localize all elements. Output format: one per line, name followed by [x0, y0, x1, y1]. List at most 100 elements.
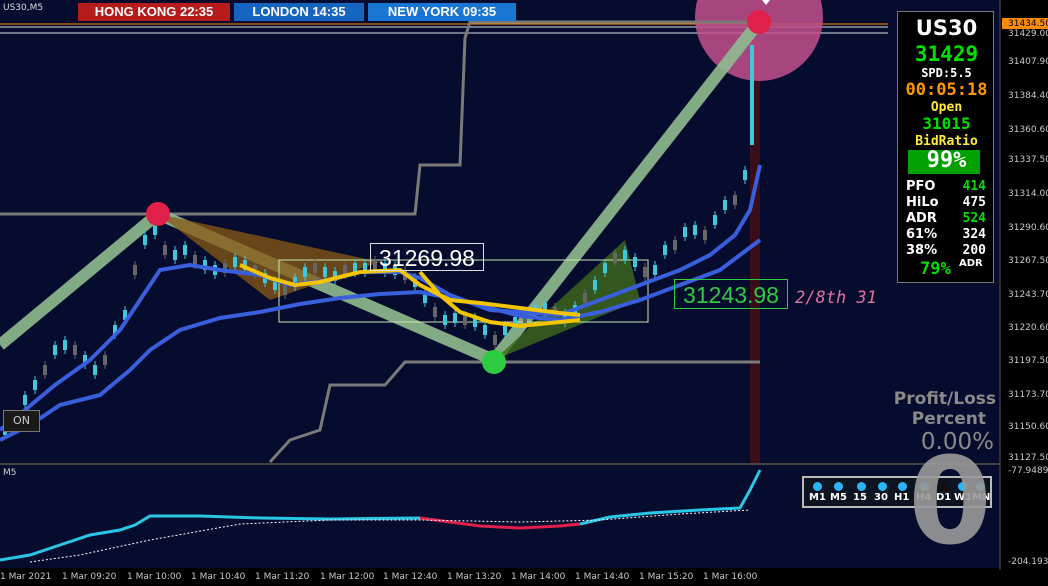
price-tick: 31267.50 — [1008, 256, 1048, 266]
candle-body — [73, 345, 77, 355]
time-tick: 1 Mar 14:40 — [575, 572, 630, 582]
info-timer: 00:05:18 — [905, 80, 988, 100]
info-open-label: Open — [930, 100, 963, 115]
candle-body — [633, 257, 637, 267]
timeframe-button[interactable]: M5 — [830, 492, 847, 503]
candle-body — [733, 195, 737, 205]
timeframe-dot[interactable] — [834, 482, 843, 491]
candle-body — [183, 245, 187, 255]
candle-body — [53, 345, 57, 355]
chart-window: US30,M5 HONG KONG 22:35 LONDON 14:35 NEW… — [0, 0, 1048, 586]
price-tick: 31220.60 — [1008, 323, 1048, 333]
clock-hong-kong: HONG KONG 22:35 — [78, 3, 230, 21]
swing-low-marker — [482, 350, 506, 374]
upper-level-label: 31269.98 — [370, 243, 484, 271]
price-tick: 31127.50 — [1008, 453, 1048, 463]
info-row-key: 38% — [906, 243, 938, 258]
info-open-value: 31015 — [922, 114, 971, 133]
info-symbol: US30 — [915, 16, 978, 40]
price-tick: 31384.40 — [1008, 91, 1048, 101]
price-tick: 31314.00 — [1008, 189, 1048, 199]
time-tick: 1 Mar 14:00 — [511, 572, 566, 582]
clock-hong-kong-text: HONG KONG 22:35 — [94, 4, 214, 19]
time-tick: 1 Mar 11:20 — [255, 572, 310, 582]
time-tick: 1 Mar 12:40 — [383, 572, 438, 582]
info-bidratio-label: BidRatio — [915, 134, 978, 149]
candle-body — [453, 313, 457, 323]
time-tick: 1 Mar 16:00 — [703, 572, 758, 582]
info-row-value: 475 — [962, 195, 986, 210]
candle-body — [233, 257, 237, 267]
candle-body — [713, 215, 717, 225]
info-row-key: PFO — [906, 179, 936, 194]
sub-axis-top: -77.9489 — [1008, 466, 1048, 476]
candle-body — [133, 265, 137, 275]
time-tick: 1 Mar 15:20 — [639, 572, 694, 582]
candle-body — [283, 285, 287, 295]
time-tick: 1 Mar 10:00 — [127, 572, 182, 582]
time-tick: 1 Mar 09:20 — [62, 572, 117, 582]
time-tick: 1 Mar 12:00 — [320, 572, 375, 582]
candle-body — [703, 230, 707, 240]
info-row-value: 524 — [962, 211, 986, 226]
candle-body — [613, 253, 617, 263]
candle-body — [663, 245, 667, 255]
candle-body — [693, 225, 697, 235]
price-tick: 31150.60 — [1008, 422, 1048, 432]
profit-loss-subtitle: Percent — [911, 409, 986, 429]
timeframe-dot[interactable] — [857, 482, 866, 491]
timeframe-dot[interactable] — [813, 482, 822, 491]
price-tick: 31434.50 — [1008, 19, 1048, 29]
swing-high-marker — [146, 202, 170, 226]
candle-body — [583, 293, 587, 303]
info-panel: US30 31429 SPD:5.5 00:05:18 Open 31015 B… — [897, 11, 994, 283]
candle-body — [743, 170, 747, 180]
subwindow-label: M5 — [3, 468, 17, 478]
info-adr-percent: 79% — [920, 259, 951, 279]
info-row-value: 200 — [962, 243, 986, 258]
price-tick: 31429.00 — [1008, 29, 1048, 39]
info-row-key: HiLo — [906, 195, 939, 210]
on-toggle-button[interactable]: ON — [3, 410, 40, 432]
info-row-value: 414 — [962, 179, 986, 194]
candle-body — [23, 395, 27, 405]
timeframe-button[interactable]: M1 — [809, 492, 826, 503]
candle-body — [603, 263, 607, 273]
candle-body — [593, 280, 597, 290]
candle-body — [503, 325, 507, 335]
info-spread: SPD:5.5 — [921, 66, 972, 80]
candle-body — [483, 325, 487, 335]
price-tick: 31360.60 — [1008, 125, 1048, 135]
candle-body — [33, 380, 37, 390]
time-tick: 1 Mar 2021 — [0, 572, 52, 582]
timeframe-button[interactable]: 30 — [874, 492, 888, 503]
lower-level-label: 31243.98 — [674, 279, 788, 309]
clock-new-york: NEW YORK 09:35 — [368, 3, 516, 21]
main-plot-bg — [0, 0, 1000, 463]
timeframe-button[interactable]: 15 — [853, 492, 867, 503]
candle-body — [153, 225, 157, 235]
timeframe-dot[interactable] — [878, 482, 887, 491]
candle-body — [683, 227, 687, 237]
info-row-key: ADR — [906, 211, 937, 226]
candle-body — [93, 365, 97, 375]
candle-body — [653, 265, 657, 275]
info-bidratio-value: 99% — [926, 148, 967, 173]
candle-body — [493, 335, 497, 345]
candle-body — [173, 250, 177, 260]
candle-body — [643, 267, 647, 277]
candle-body — [163, 245, 167, 255]
candle-body — [323, 267, 327, 277]
time-tick: 1 Mar 10:40 — [191, 572, 246, 582]
sub-axis-bottom: -204.1937 — [1008, 557, 1048, 567]
price-tick: 31243.70 — [1008, 290, 1048, 300]
candle-body — [443, 315, 447, 325]
candle-body — [673, 240, 677, 250]
current-high-marker — [747, 10, 771, 34]
candle-body — [723, 200, 727, 210]
candle-body — [750, 45, 754, 145]
candle-body — [193, 255, 197, 265]
fraction-label: 2/8th 31 — [795, 288, 877, 308]
candle-body — [623, 250, 627, 260]
big-position-digit: 0 — [908, 433, 992, 572]
